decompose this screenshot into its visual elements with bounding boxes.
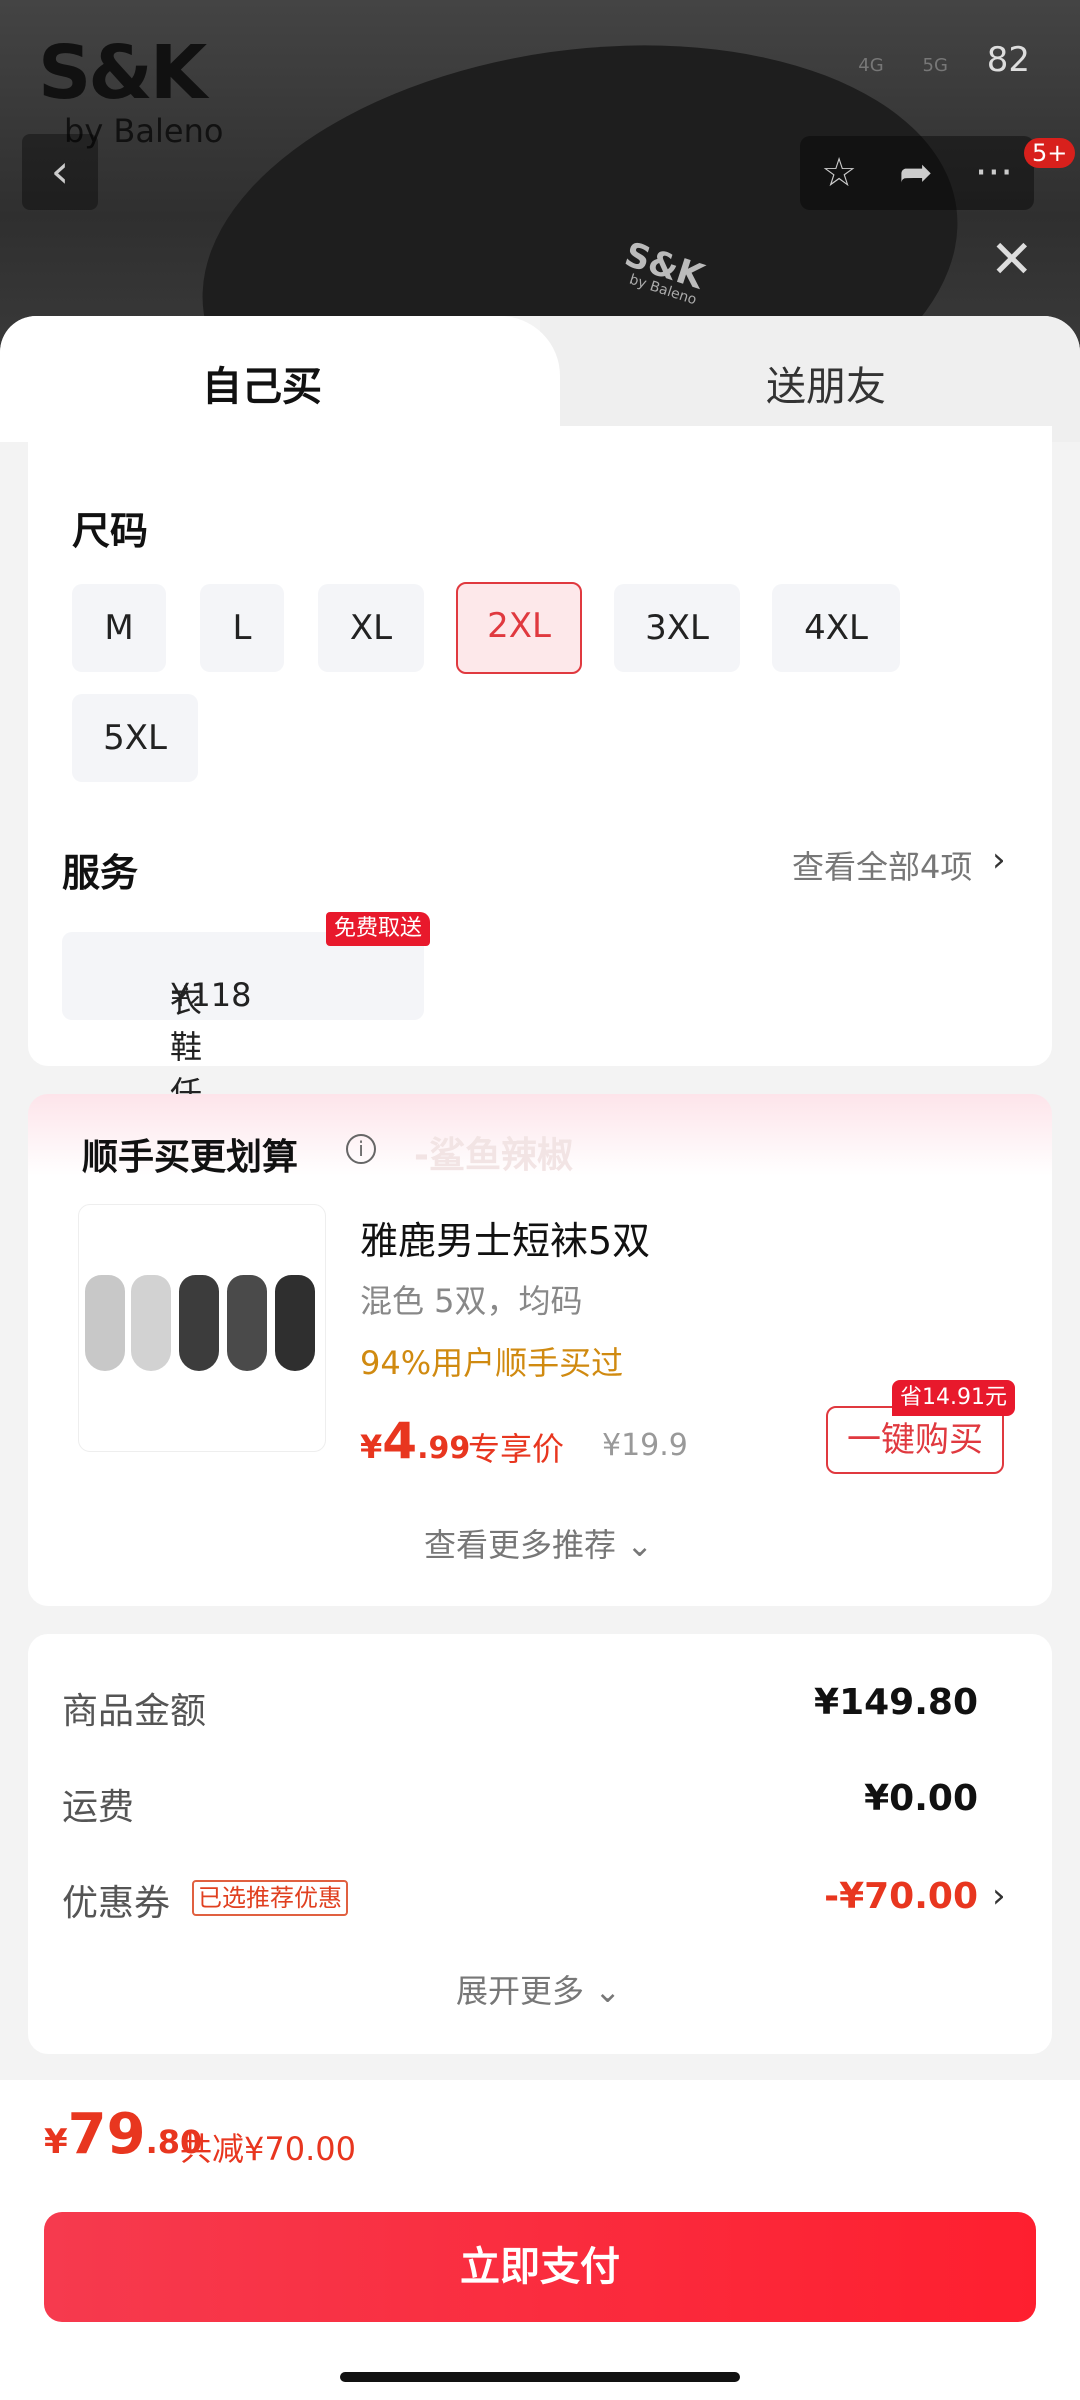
total-integer: 79 [67,2102,146,2167]
action-bar: ☆ ➦ ··· [800,136,1034,210]
info-icon[interactable]: i [346,1134,376,1164]
coupon-label: 优惠券 [62,1883,171,1924]
expand-more-label: 展开更多 [456,1972,585,2010]
exclusive-price-label: 专享价 [468,1430,565,1468]
size-option-xl[interactable]: XL [318,584,424,672]
recommend-product-name[interactable]: 雅鹿男士短袜5双 [360,1210,650,1265]
size-option-l[interactable]: L [200,584,284,672]
sock-image [85,1275,125,1371]
sock-image [131,1275,171,1371]
sock-image [179,1275,219,1371]
tab-buy-self[interactable]: 自己买 [0,316,560,442]
shipping-label: 运费 [62,1787,135,1828]
watermark-text: -鲨鱼辣椒 [414,1135,573,1176]
size-option-2xl[interactable]: 2XL [456,582,582,674]
more-icon[interactable]: ··· [975,150,1013,196]
close-icon[interactable]: ✕ [990,230,1034,290]
service-price: ¥118 [170,976,252,1014]
coupon-tag: 已选推荐优惠 [192,1880,348,1916]
tab-label: 送朋友 [766,364,886,410]
tab-gift-friend[interactable]: 送朋友 [540,316,1080,442]
product-thumbnail[interactable] [78,1204,326,1452]
back-button[interactable]: ‹ [22,134,98,210]
brand-logo: S&K [38,30,207,116]
chevron-down-icon: ⌄ [626,1526,653,1564]
original-price: ¥19.9 [602,1428,688,1463]
service-option-label: 衣鞋任洗2件 ¥118 [116,954,251,1242]
chevron-right-icon[interactable]: › [992,840,1006,880]
sock-image [227,1275,267,1371]
tab-label: 自己买 [202,364,322,410]
total-price: ¥79.80 [44,2102,202,2167]
shipping-value: ¥0.00 [864,1778,978,1819]
battery-level: 82 [986,40,1030,80]
sock-image [275,1275,315,1371]
size-title: 尺码 [72,509,149,553]
chevron-right-icon[interactable]: › [992,1876,1006,1916]
chevron-down-icon: ⌄ [594,1972,621,2010]
net-4g: 4G [858,55,884,76]
price-symbol: ¥ [360,1428,383,1466]
price-decimal: .99 [417,1431,471,1466]
size-option-5xl[interactable]: 5XL [72,694,198,782]
price-integer: 4 [382,1412,418,1470]
coupon-value[interactable]: -¥70.00 [824,1876,978,1917]
size-option-4xl[interactable]: 4XL [772,584,900,672]
net-5g: 5G [922,55,948,76]
home-indicator[interactable] [340,2372,740,2382]
message-badge: 5+ [1024,138,1076,168]
goods-amount-label: 商品金额 [62,1691,207,1732]
star-icon[interactable]: ☆ [821,150,857,196]
more-recommend-link[interactable]: 查看更多推荐 ⌄ [424,1520,653,1566]
chevron-left-icon: ‹ [50,144,70,198]
status-bar: 4G 5G 82 [858,40,1030,80]
more-recommend-label: 查看更多推荐 [424,1526,617,1564]
goods-amount-value: ¥149.80 [814,1682,978,1723]
save-badge: 省14.91元 [892,1380,1015,1416]
total-reduction: 共减¥70.00 [180,2130,356,2168]
recommend-spec: 混色 5双，均码 [360,1282,583,1320]
share-icon[interactable]: ➦ [899,150,933,196]
recommend-price: ¥4.99 [360,1412,470,1470]
one-click-buy-button[interactable]: 一键购买 [826,1406,1004,1474]
service-view-all[interactable]: 查看全部4项 [792,842,972,888]
recommend-bought-rate: 94%用户顺手买过 [360,1344,624,1382]
size-option-m[interactable]: M [72,584,166,672]
service-badge: 免费取送 [326,912,431,946]
size-option-3xl[interactable]: 3XL [614,584,740,672]
total-symbol: ¥ [44,2122,68,2162]
service-title: 服务 [62,851,139,895]
expand-more-link[interactable]: 展开更多 ⌄ [456,1966,621,2012]
pay-now-button[interactable]: 立即支付 [44,2212,1036,2322]
recommend-title: 顺手买更划算 [82,1137,299,1178]
